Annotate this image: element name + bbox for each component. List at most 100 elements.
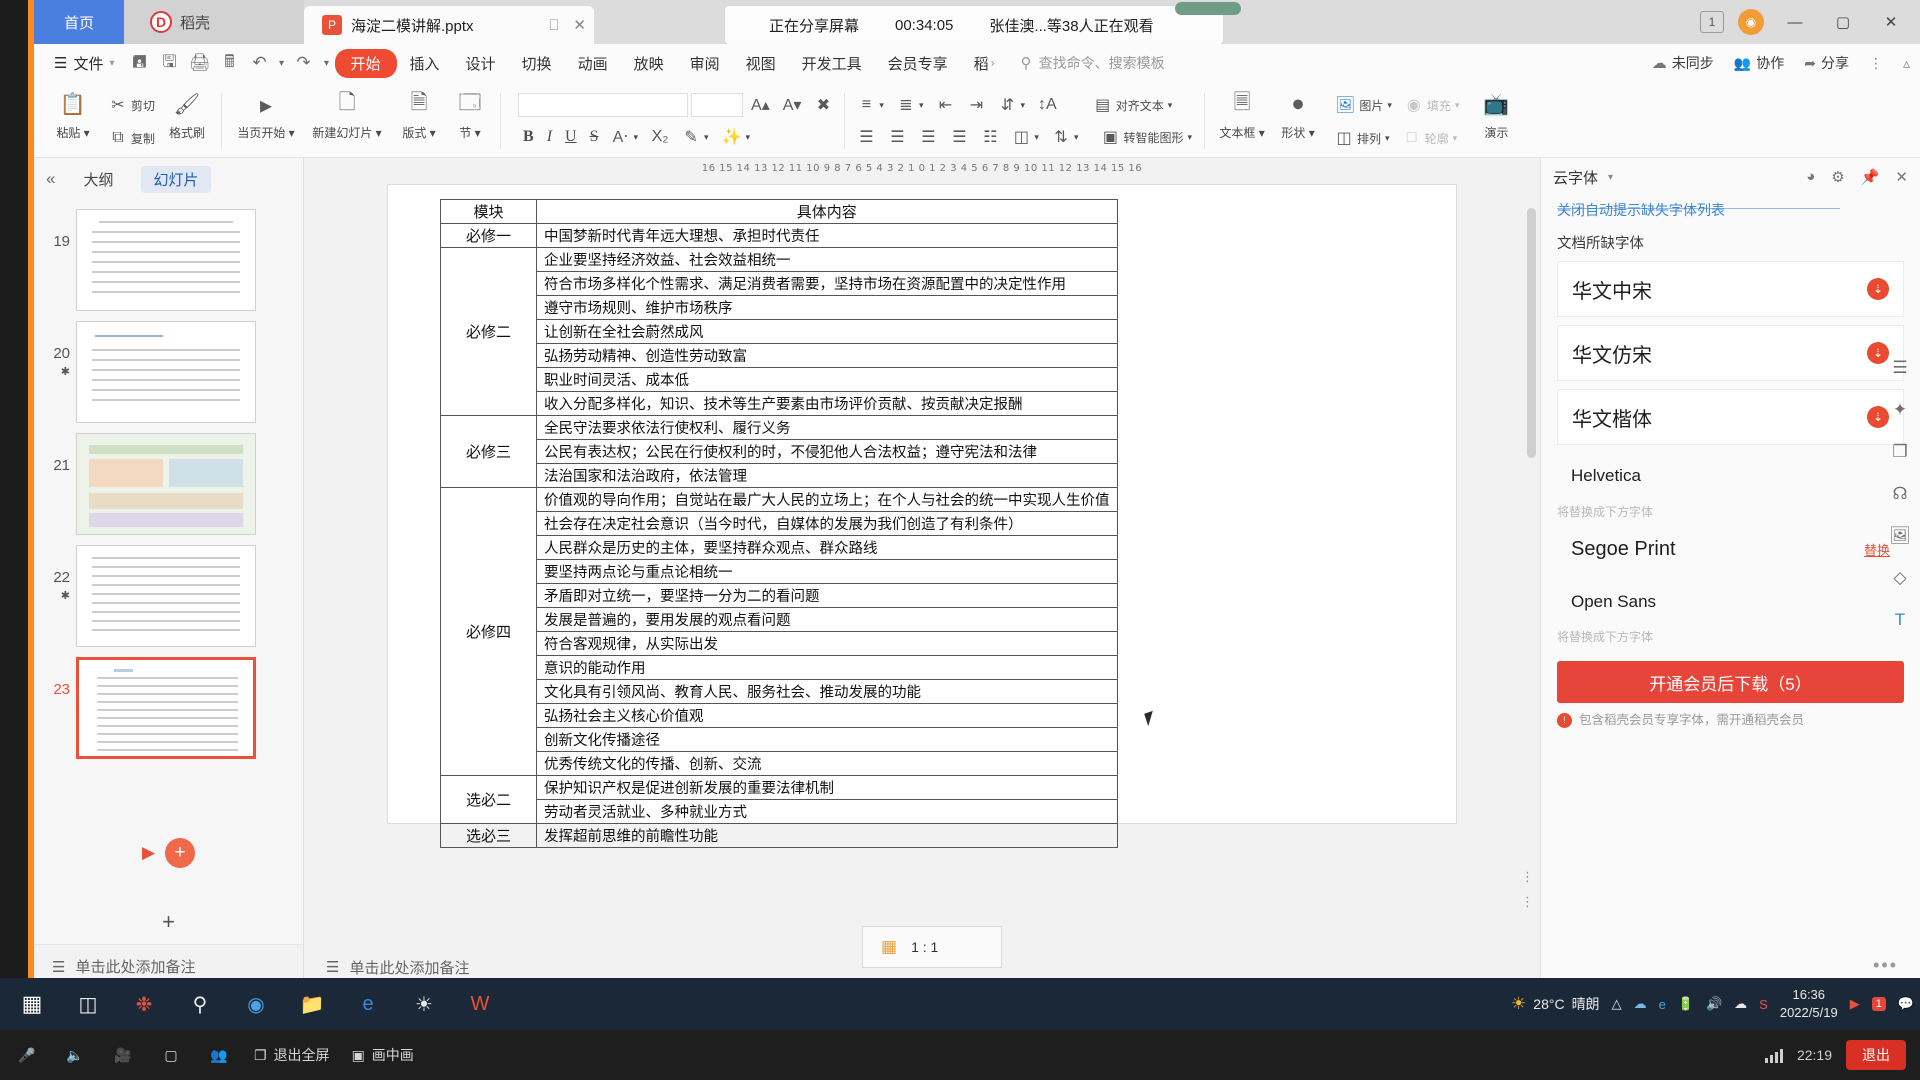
image-icon[interactable]: 🖼 [1889,526,1911,546]
font-item-helvetica[interactable]: Helvetica [1557,453,1904,499]
arrange-button[interactable]: ◫ 排列 ▾ [1330,126,1395,150]
speaker-icon[interactable]: 🔈 [62,1042,88,1068]
undo-dropdown-icon[interactable]: ▾ [275,48,289,78]
fill-button[interactable]: ◉ 填充 ▾ [1400,93,1465,117]
chrome-icon[interactable]: ☀ [398,981,450,1027]
bold-button[interactable]: B [518,126,539,148]
text-effect-button[interactable]: A‧ ▾ [606,125,643,149]
subscript-button[interactable]: X₂ [646,125,674,149]
outline-button[interactable]: □ 轮廓 ▾ [1398,126,1463,150]
bullets-button[interactable]: ≡ ▾ [852,93,889,117]
list-icon[interactable]: ☰ [1892,358,1907,378]
slide-canvas[interactable]: 模块 具体内容 必修一 中国梦新时代青年远大理想、承担时代责任 必修二 企业要坚持经… [387,184,1457,848]
pin-icon[interactable]: 📌 [1861,168,1880,186]
picture-button[interactable]: 🖼 图片 ▾ [1330,93,1397,117]
exit-button[interactable]: 退出 [1846,1040,1906,1070]
strikethrough-button[interactable]: S [585,126,604,148]
align-left-button[interactable]: ☰ [852,125,880,149]
more-vertical-icon[interactable]: ⋮ [1869,55,1883,72]
shapes-button[interactable]: ⚫ 形状 ▾ [1272,85,1324,141]
slide-preview[interactable] [76,321,256,423]
tab-slides[interactable]: 幻灯片 [141,165,211,193]
taskbar-clock[interactable]: 16:36 2022/5/19 [1780,986,1838,1021]
file-menu-button[interactable]: ☰ 文件 ▾ [44,53,125,74]
play-icon[interactable]: ▶ [142,843,155,863]
numbering-button[interactable]: ≣ ▾ [892,93,929,117]
font-family-select[interactable] [518,93,689,117]
help-icon[interactable]: ☊ [1892,484,1907,504]
windows-start-icon[interactable]: ▦ [6,981,58,1027]
tab-view[interactable]: 视图 [733,49,789,78]
align-right-button[interactable]: ☰ [914,125,942,149]
network-icon[interactable]: ☁ [1734,996,1747,1012]
window-count-badge[interactable]: 1 [1700,11,1724,33]
font-item-segoe-print[interactable]: Segoe Print 替换 [1557,526,1904,572]
clear-format-button[interactable]: ✖ [809,93,837,117]
customize-icon[interactable]: ▾ [319,48,335,78]
distribute-button[interactable]: ☷ [976,125,1004,149]
window-maximize-button[interactable]: ▢ [1826,7,1860,37]
line-spacing-button[interactable]: ⇵ ▾ [993,93,1030,117]
ie-icon[interactable]: e [342,981,394,1027]
font-item-huawenfangsong[interactable]: 华文仿宋 ⇣ [1557,325,1904,381]
save-icon[interactable]: 🖪 [125,48,155,78]
tab-review[interactable]: 审阅 [677,49,733,78]
columns-button[interactable]: ◫ ▾ [1007,125,1044,149]
diamond-icon[interactable]: ◇ [1893,568,1906,588]
highlight-button[interactable]: ✎ ▾ [677,125,714,149]
window-minimize-button[interactable]: — [1778,7,1812,37]
tab-design[interactable]: 设计 [453,49,509,78]
weather-widget[interactable]: ☀ 28°C 晴朗 [1511,994,1600,1014]
undo-icon[interactable]: ↶ [245,48,275,78]
sogou-app-icon[interactable]: ❉ [118,981,170,1027]
tab-daoke[interactable]: D 稻壳 [124,0,304,44]
avatar[interactable]: ◉ [1738,9,1764,35]
window-close-button[interactable]: ✕ [1874,7,1908,37]
slide-thumbnail-23[interactable]: 23 [34,652,303,764]
mic-muted-icon[interactable]: 🎤 [14,1042,40,1068]
sync-status[interactable]: ☁ 未同步 [1652,53,1714,73]
chat-icon[interactable]: ◕ [1806,168,1815,186]
collapse-ribbon-icon[interactable]: ▵ [1903,55,1910,72]
font-item-huawenzhongsong[interactable]: 华文中宋 ⇣ [1557,261,1904,317]
slide-preview[interactable] [76,657,256,759]
text-icon[interactable]: T [1895,610,1905,630]
shrink-font-button[interactable]: A▾ [778,93,807,117]
download-icon[interactable]: ⇣ [1867,278,1889,300]
collaborate-button[interactable]: 👥 协作 [1734,53,1784,73]
textbox-button[interactable]: 🗏 文本框 ▾ [1212,85,1272,141]
video-tray-icon[interactable]: ▶ [1850,996,1860,1012]
exit-fullscreen-button[interactable]: ❐ 退出全屏 [254,1045,330,1065]
increase-indent-button[interactable]: ⇥ [962,93,990,117]
font-item-huawenkaiti[interactable]: 华文楷体 ⇣ [1557,389,1904,445]
slide-thumbnail-20[interactable]: 20 ✱ [34,316,303,428]
tab-outline[interactable]: 大纲 [71,166,125,193]
font-size-select[interactable] [691,93,744,117]
close-auto-prompt-link[interactable]: 关闭自动提示缺失字体列表 [1541,196,1920,230]
onedrive-icon[interactable]: ☁ [1634,996,1647,1012]
close-icon[interactable]: ✕ [1895,168,1908,186]
underline-button[interactable]: U [560,126,582,148]
tab-daoke-ribbon[interactable]: 稻 [961,49,991,78]
slide-thumbnail-19[interactable]: 19 [34,204,303,316]
present-button[interactable]: 📺 演示 [1470,85,1522,141]
italic-button[interactable]: I [542,126,557,148]
tab-slideshow[interactable]: 放映 [621,49,677,78]
upgrade-download-button[interactable]: 开通会员后下载（5） [1557,661,1904,703]
tab-insert[interactable]: 插入 [397,49,453,78]
tab-member[interactable]: 会员专享 [875,49,961,78]
share-minimized-strip[interactable] [1175,2,1241,15]
chevron-down-icon[interactable]: ▾ [1608,172,1613,183]
prev-slide-icon[interactable]: ⋮ [1521,894,1534,910]
notification-icon[interactable]: 💬 [1898,996,1914,1012]
font-item-open-sans[interactable]: Open Sans [1557,580,1904,624]
slide-preview[interactable] [76,545,256,647]
smart-layout-button[interactable]: ▣ 转智能图形 ▾ [1096,125,1197,149]
slide-preview[interactable] [76,433,256,535]
tab-overflow-chevron-icon[interactable]: › [991,56,995,70]
close-icon[interactable]: ✕ [573,16,586,34]
grow-font-button[interactable]: A▴ [746,93,775,117]
start-from-page-button[interactable]: ▸ 当页开始 ▾ [229,85,303,141]
justify-button[interactable]: ☰ [945,125,973,149]
add-slide-button[interactable]: + [34,900,303,944]
